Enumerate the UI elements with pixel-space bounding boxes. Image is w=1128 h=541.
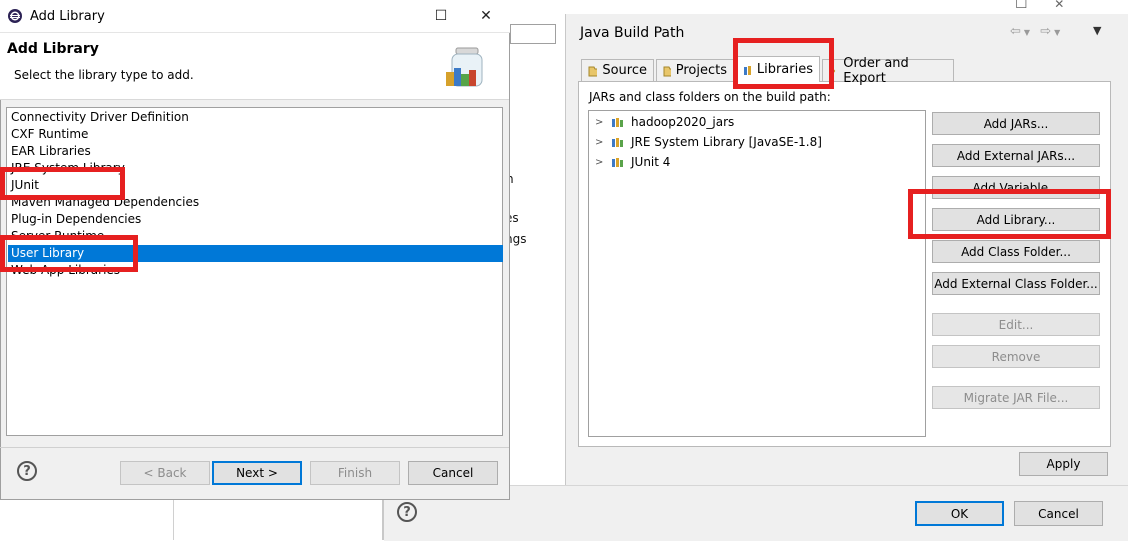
library-jar-icon [446, 47, 483, 87]
background-divider-line [173, 500, 174, 540]
jars-label: JARs and class folders on the build path… [589, 90, 831, 104]
chevron-right-icon[interactable]: > [595, 137, 605, 148]
list-item[interactable]: JUnit [11, 177, 504, 194]
tab-label: Libraries [756, 62, 813, 77]
help-icon[interactable]: ? [397, 502, 417, 522]
migrate-jar-button[interactable]: Migrate JAR File... [932, 386, 1100, 409]
library-books-icon [612, 138, 623, 147]
tree-item[interactable]: > hadoop2020_jars [595, 113, 734, 131]
forward-arrow-icon[interactable]: ⇨ [1040, 24, 1054, 39]
add-variable-button[interactable]: Add Variable... [932, 176, 1100, 199]
tab-label: Projects [675, 63, 727, 78]
apply-button[interactable]: Apply [1019, 452, 1108, 476]
remove-button[interactable]: Remove [932, 345, 1100, 368]
dialog-header-description: Select the library type to add. [14, 68, 194, 82]
help-icon[interactable]: ? [17, 461, 37, 481]
close-icon[interactable]: ✕ [466, 5, 506, 27]
cancel-button[interactable]: Cancel [408, 461, 498, 485]
dialog-header-title: Add Library [7, 41, 99, 57]
background-left-area [0, 500, 383, 540]
history-navigation[interactable]: ⇦▼ ⇨▼ [1010, 24, 1063, 39]
tree-item-label: JUnit 4 [631, 155, 671, 169]
tab-source[interactable]: Source [581, 59, 654, 81]
add-external-jars-button[interactable]: Add External JARs... [932, 144, 1100, 167]
tree-item-label: JRE System Library [JavaSE-1.8] [631, 135, 822, 149]
window-controls[interactable]: ☐ ✕ [1015, 0, 1064, 12]
chevron-down-icon[interactable]: ▼ [1024, 28, 1033, 37]
list-item[interactable]: EAR Libraries [11, 143, 504, 160]
tab-order-and-export[interactable]: Order and Export [822, 56, 954, 86]
tree-item[interactable]: > JRE System Library [JavaSE-1.8] [595, 133, 822, 151]
list-item[interactable]: Web App Libraries [11, 262, 504, 279]
tree-item[interactable]: > JUnit 4 [595, 153, 670, 171]
library-books-icon [612, 158, 623, 167]
list-item[interactable]: JRE System Library [11, 160, 504, 177]
list-item[interactable]: Maven Managed Dependencies [11, 194, 504, 211]
tree-item-label: hadoop2020_jars [631, 115, 735, 129]
filter-input[interactable] [510, 24, 556, 44]
project-folder-icon [663, 66, 671, 76]
maximize-icon[interactable]: ☐ [421, 5, 461, 27]
finish-button[interactable]: Finish [310, 461, 400, 485]
eclipse-icon [8, 9, 22, 23]
list-item[interactable]: Connectivity Driver Definition [11, 109, 504, 126]
view-menu-icon[interactable]: ▼ [1093, 24, 1101, 37]
chevron-right-icon[interactable]: > [595, 117, 605, 128]
tab-libraries[interactable]: Libraries [736, 56, 820, 82]
back-button[interactable]: < Back [120, 461, 210, 485]
next-button[interactable]: Next > [212, 461, 302, 485]
add-class-folder-button[interactable]: Add Class Folder... [932, 240, 1100, 263]
chevron-down-icon[interactable]: ▼ [1054, 28, 1063, 37]
dialog-separator [0, 447, 509, 448]
back-arrow-icon[interactable]: ⇦ [1010, 24, 1024, 39]
page-title: Java Build Path [580, 25, 685, 41]
close-icon[interactable]: ✕ [1054, 0, 1064, 11]
add-external-class-folder-button[interactable]: Add External Class Folder... [932, 272, 1100, 295]
list-item[interactable]: Plug-in Dependencies [11, 211, 504, 228]
tab-projects[interactable]: Projects [656, 59, 734, 81]
cancel-button[interactable]: Cancel [1014, 501, 1103, 526]
tab-label: Source [602, 63, 647, 78]
library-books-icon [612, 118, 623, 127]
build-path-tree[interactable]: > hadoop2020_jars > JRE System Library [… [588, 110, 926, 437]
list-item[interactable]: Server Runtime [11, 228, 504, 245]
chevron-right-icon[interactable]: > [595, 157, 605, 168]
tab-label: Order and Export [843, 55, 909, 86]
order-icon [830, 65, 836, 76]
list-item-selected[interactable]: User Library [8, 245, 503, 262]
ok-button[interactable]: OK [915, 501, 1004, 526]
maximize-icon[interactable]: ☐ [1015, 0, 1028, 12]
add-library-button[interactable]: Add Library... [932, 208, 1100, 231]
edit-button[interactable]: Edit... [932, 313, 1100, 336]
library-books-icon [744, 65, 751, 75]
dialog-title: Add Library [30, 9, 105, 24]
add-jars-button[interactable]: Add JARs... [932, 112, 1100, 135]
source-folder-icon [588, 66, 598, 76]
list-item[interactable]: CXF Runtime [11, 126, 504, 143]
library-type-list[interactable]: Connectivity Driver Definition CXF Runti… [6, 107, 503, 436]
